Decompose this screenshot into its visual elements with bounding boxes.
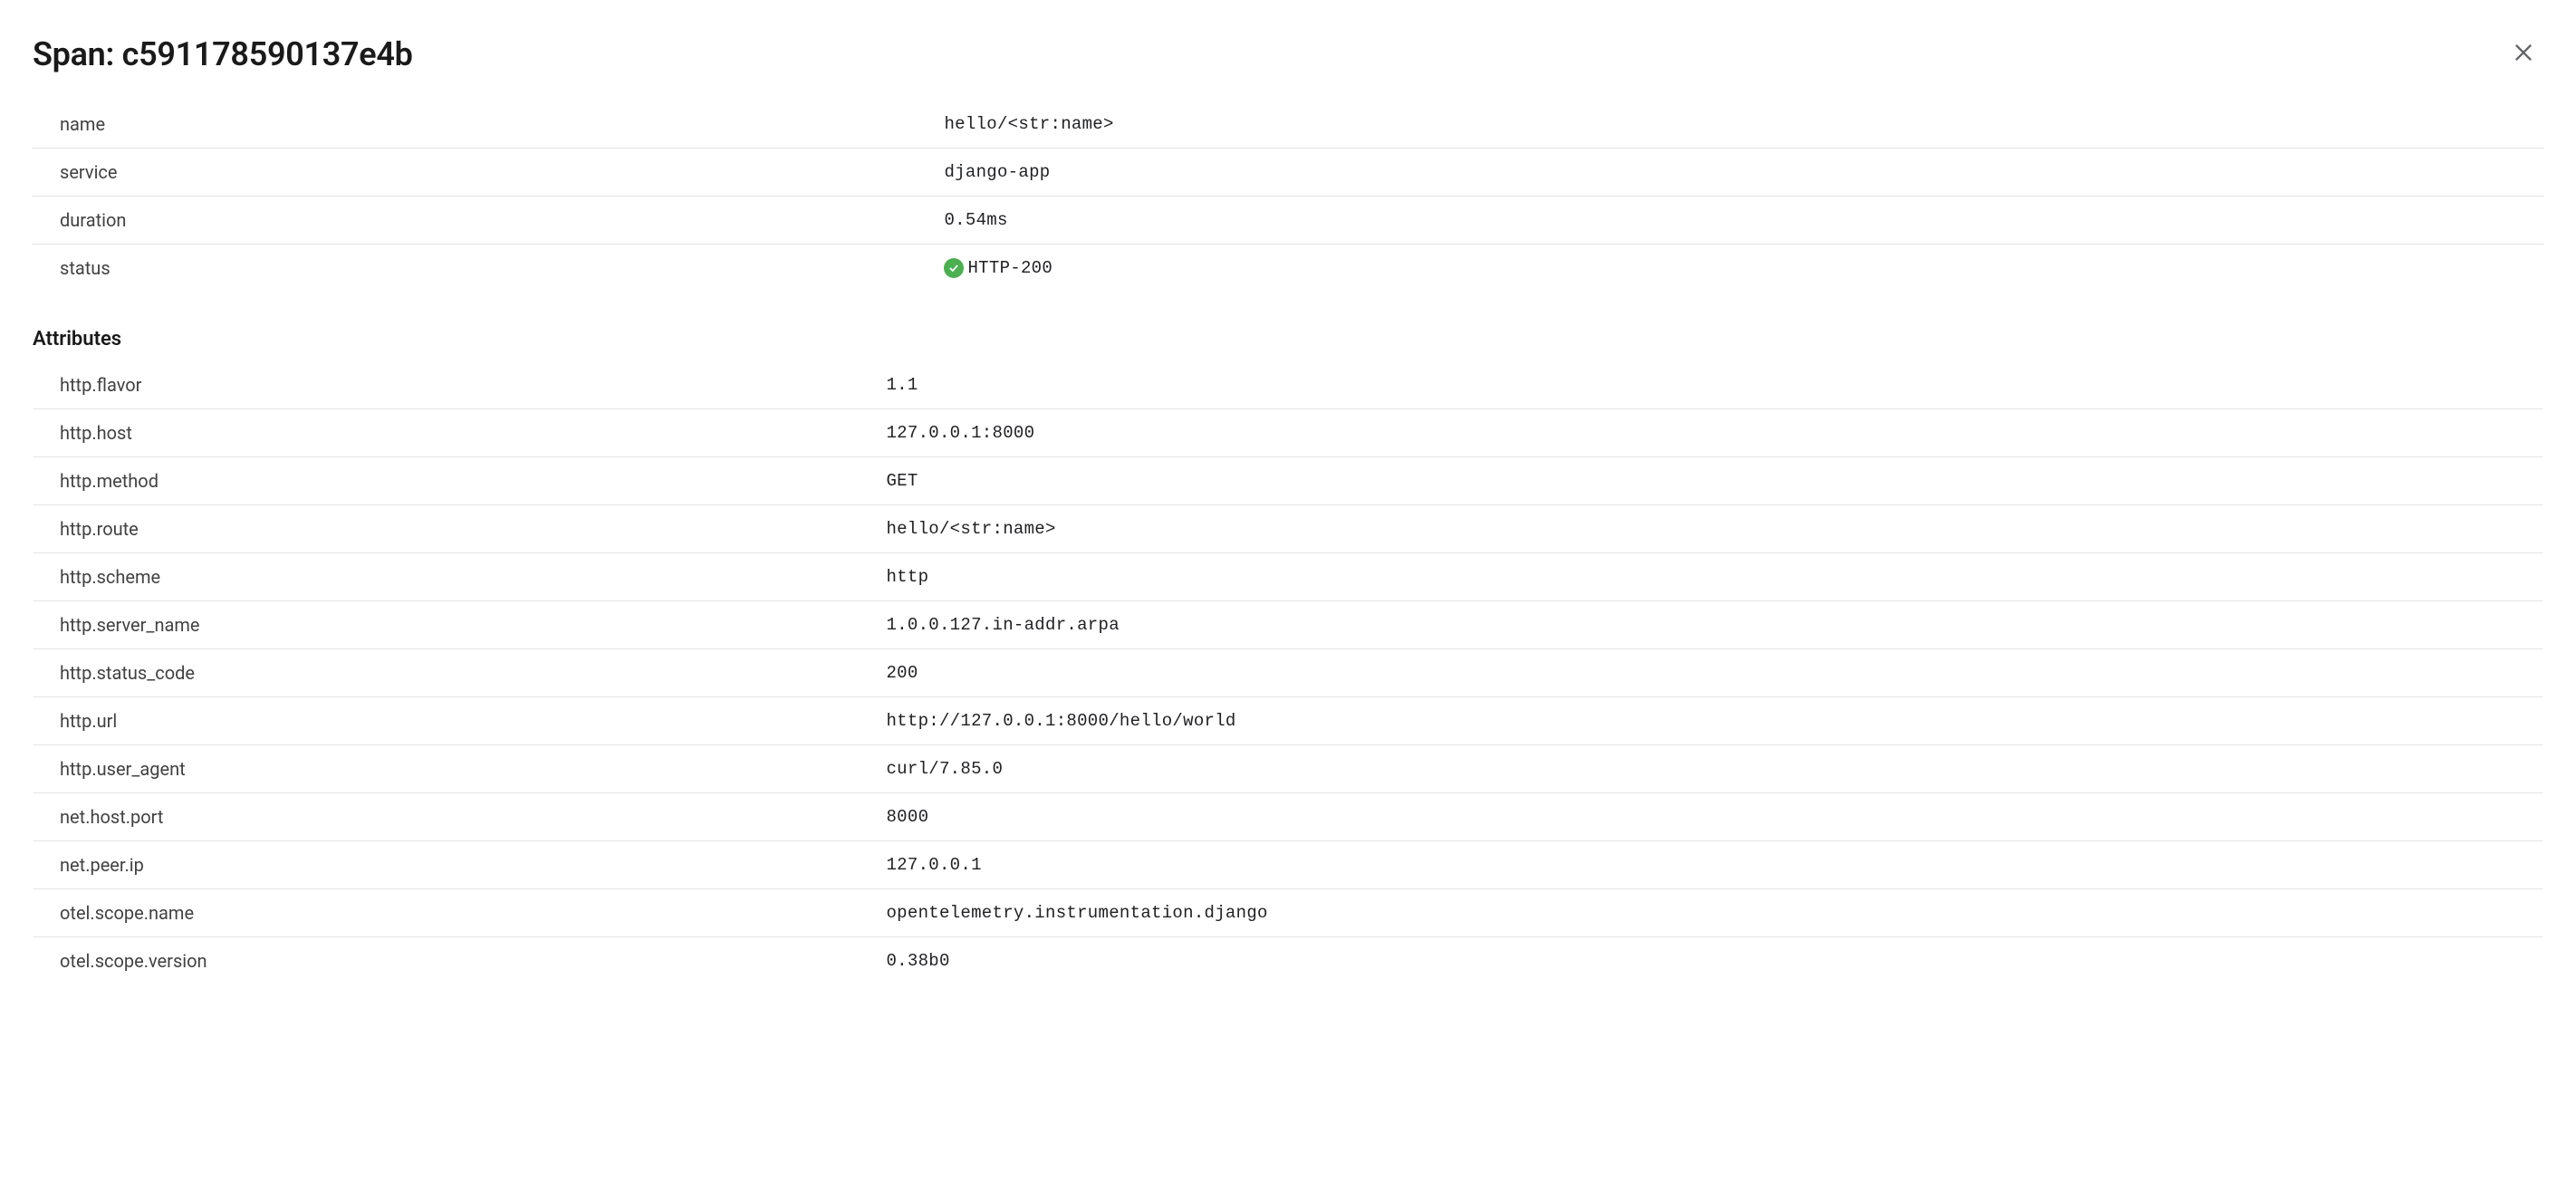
row-key: name	[33, 113, 886, 135]
row-value: http://127.0.0.1:8000/hello/world	[886, 711, 2543, 731]
row-value: hello/<str:name>	[886, 114, 2543, 134]
row-value-text: 1.0.0.127.in-addr.arpa	[886, 615, 1119, 635]
row-key: http.flavor	[33, 374, 886, 396]
table-row: otel.scope.nameopentelemetry.instrumenta…	[33, 889, 2543, 937]
close-icon	[2511, 40, 2536, 68]
table-row: http.server_name1.0.0.127.in-addr.arpa	[33, 601, 2543, 649]
row-value: GET	[886, 471, 2543, 491]
row-key: http.status_code	[33, 662, 886, 684]
table-row: net.peer.ip127.0.0.1	[33, 841, 2543, 889]
row-value-text: hello/<str:name>	[886, 519, 1055, 539]
span-id: c591178590137e4b	[122, 35, 413, 73]
row-key: http.host	[33, 422, 886, 444]
row-key: http.user_agent	[33, 758, 886, 780]
row-value: 0.38b0	[886, 951, 2543, 971]
table-row: otel.scope.version0.38b0	[33, 937, 2543, 984]
row-value-text: GET	[886, 471, 918, 491]
row-key: net.peer.ip	[33, 854, 886, 876]
row-value-text: 127.0.0.1	[886, 855, 981, 875]
row-value-text: 8000	[886, 807, 928, 827]
row-value-text: 0.54ms	[944, 210, 1007, 230]
row-value: opentelemetry.instrumentation.django	[886, 903, 2543, 923]
row-value: curl/7.85.0	[886, 759, 2543, 779]
row-value: 127.0.0.1:8000	[886, 423, 2543, 443]
row-value-text: 200	[886, 663, 918, 683]
row-key: duration	[33, 209, 886, 231]
row-value: 127.0.0.1	[886, 855, 2543, 875]
row-value: 200	[886, 663, 2543, 683]
row-value-text: 0.38b0	[886, 951, 949, 971]
row-key: http.route	[33, 518, 886, 540]
row-key: otel.scope.version	[33, 950, 886, 972]
row-value: 0.54ms	[886, 210, 2543, 230]
row-value: 8000	[886, 807, 2543, 827]
row-value: 1.0.0.127.in-addr.arpa	[886, 615, 2543, 635]
table-row: http.flavor1.1	[33, 361, 2543, 409]
attributes-heading: Attributes	[33, 328, 2543, 350]
row-value-text: opentelemetry.instrumentation.django	[886, 903, 1267, 923]
row-value: HTTP-200	[886, 258, 2543, 278]
table-row: http.host127.0.0.1:8000	[33, 409, 2543, 457]
close-button[interactable]	[2504, 33, 2543, 75]
table-row: name hello/<str:name>	[33, 101, 2543, 149]
row-key: service	[33, 161, 886, 183]
row-value-text: 127.0.0.1:8000	[886, 423, 1034, 443]
row-value-text: http://127.0.0.1:8000/hello/world	[886, 711, 1235, 731]
row-value-text: 1.1	[886, 375, 918, 395]
title-prefix: Span:	[33, 35, 122, 73]
table-row: http.methodGET	[33, 457, 2543, 505]
table-row: net.host.port8000	[33, 793, 2543, 841]
table-row: service django-app	[33, 149, 2543, 197]
overview-table: name hello/<str:name> service django-app dur…	[33, 101, 2543, 292]
row-value: 1.1	[886, 375, 2543, 395]
table-row: status HTTP-200	[33, 245, 2543, 292]
row-value-text: curl/7.85.0	[886, 759, 1003, 779]
table-row: http.routehello/<str:name>	[33, 505, 2543, 553]
row-key: http.server_name	[33, 614, 886, 636]
row-value-text: HTTP-200	[967, 258, 1053, 278]
row-key: http.url	[33, 710, 886, 732]
row-value: django-app	[886, 162, 2543, 182]
row-key: otel.scope.name	[33, 902, 886, 924]
row-key: http.scheme	[33, 566, 886, 588]
panel-header: Span: c591178590137e4b	[33, 33, 2543, 75]
table-row: http.status_code200	[33, 649, 2543, 697]
row-value-text: django-app	[944, 162, 1050, 182]
row-key: http.method	[33, 470, 886, 492]
row-value-text: hello/<str:name>	[944, 114, 1113, 134]
table-row: http.urlhttp://127.0.0.1:8000/hello/worl…	[33, 697, 2543, 745]
attributes-table: http.flavor1.1http.host127.0.0.1:8000htt…	[33, 361, 2543, 984]
row-value-text: http	[886, 567, 928, 587]
table-row: http.user_agentcurl/7.85.0	[33, 745, 2543, 793]
row-value: hello/<str:name>	[886, 519, 2543, 539]
row-value: http	[886, 567, 2543, 587]
table-row: duration 0.54ms	[33, 197, 2543, 245]
table-row: http.schemehttp	[33, 553, 2543, 601]
row-key: status	[33, 257, 886, 279]
page-title: Span: c591178590137e4b	[33, 35, 413, 73]
row-key: net.host.port	[33, 806, 886, 828]
checkmark-circle-icon	[944, 258, 964, 278]
